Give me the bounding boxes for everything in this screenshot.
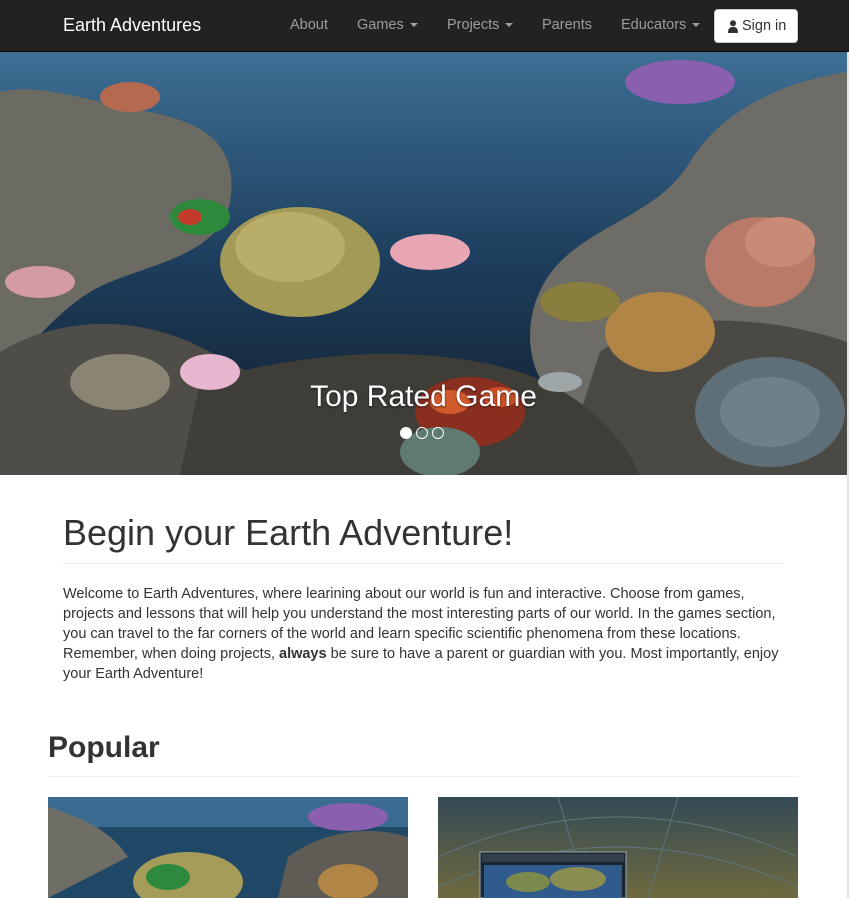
caret-down-icon — [409, 23, 418, 27]
indicator-dot-3[interactable] — [432, 427, 444, 439]
popular-heading: Popular — [48, 731, 160, 764]
popular-card-reef[interactable] — [48, 797, 408, 898]
nav-educators-label: Educators — [621, 17, 687, 33]
divider — [48, 776, 798, 777]
nav-projects-dropdown[interactable]: Projects — [447, 17, 514, 33]
nav-about-label: About — [290, 17, 328, 33]
caret-down-icon — [505, 23, 514, 27]
carousel-caption: Top Rated Game — [310, 380, 537, 413]
carousel-indicators — [400, 427, 448, 441]
indicator-dot-2[interactable] — [416, 427, 428, 439]
caret-down-icon — [692, 23, 701, 27]
nav-parents[interactable]: Parents — [542, 17, 592, 33]
sign-in-button[interactable]: Sign in — [714, 9, 798, 43]
coral-reef-thumbnail — [48, 797, 408, 898]
nav-games-label: Games — [357, 17, 404, 33]
nav-parents-label: Parents — [542, 17, 592, 33]
page-title: Begin your Earth Adventure! — [63, 512, 514, 553]
intro-text-bold: always — [279, 646, 327, 662]
navbar: Earth Adventures About Games Projects Pa… — [0, 0, 849, 52]
popular-card-sky[interactable] — [438, 797, 798, 898]
nav-games-dropdown[interactable]: Games — [357, 17, 418, 33]
nav-about[interactable]: About — [290, 17, 328, 33]
brand-link[interactable]: Earth Adventures — [63, 15, 201, 36]
intro-paragraph: Welcome to Earth Adventures, where leari… — [63, 584, 783, 684]
planetarium-thumbnail — [438, 797, 798, 898]
divider — [63, 563, 783, 564]
nav-projects-label: Projects — [447, 17, 500, 33]
sign-in-label: Sign in — [742, 18, 787, 34]
indicator-dot-1[interactable] — [400, 427, 412, 439]
nav-educators-dropdown[interactable]: Educators — [621, 17, 701, 33]
user-icon — [728, 20, 738, 33]
